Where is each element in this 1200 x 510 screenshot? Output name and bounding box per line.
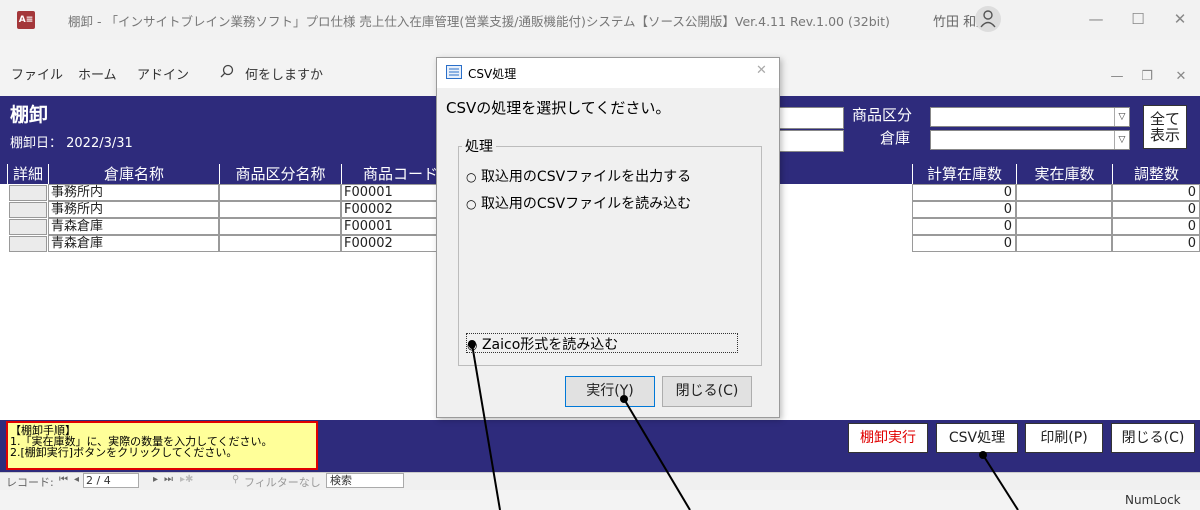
callout-line — [982, 454, 1019, 510]
callout-line — [471, 343, 501, 510]
callout-line — [623, 398, 691, 510]
annotation-callouts — [468, 340, 1019, 510]
